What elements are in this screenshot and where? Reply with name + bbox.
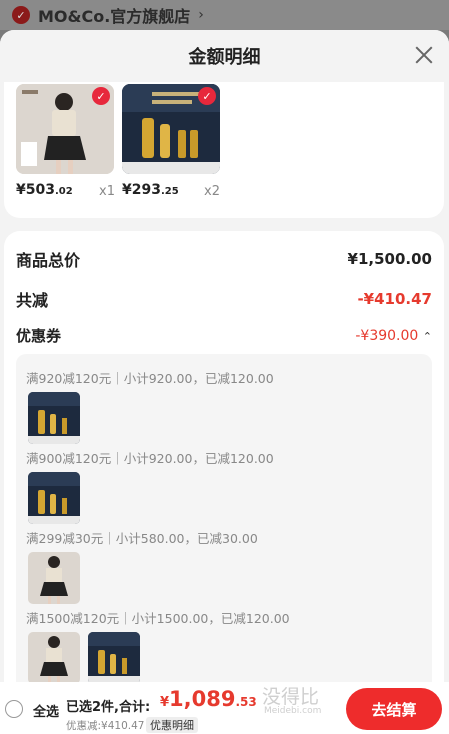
amount-detail-sheet: 金额明细 ✓ ✓ ¥503.02 x1 ¥293.25 x2 商品总价 ¥1,5… [0, 30, 449, 734]
select-all-radio[interactable] [5, 700, 23, 718]
sheet-title: 金额明细 [188, 47, 261, 68]
selected-count-text: 已选2件,合计: [66, 700, 151, 715]
coupon-product-thumb [28, 632, 80, 684]
select-all-label[interactable]: 全选 [33, 701, 59, 720]
sheet-header: 金额明细 [0, 30, 449, 82]
total-reduce-row: 共减 -¥410.47 [16, 287, 432, 311]
coupon-product-thumb [28, 552, 80, 604]
total-dec: .53 [235, 695, 257, 709]
selected-check-icon[interactable]: ✓ [92, 87, 110, 105]
checkout-bar: 全选 已选2件,合计: ¥1,089.53 优惠减:¥410.47 优惠明细 没… [0, 682, 449, 734]
total-reduce-value: -¥410.47 [357, 290, 432, 308]
discount-text: 优惠减:¥410.47 [66, 720, 145, 732]
price-summary: 商品总价 ¥1,500.00 共减 -¥410.47 优惠券 -¥390.00 … [4, 231, 444, 734]
product-image-1[interactable]: ✓ [16, 84, 114, 174]
product-price-2-dec: .25 [160, 186, 179, 197]
total-price-value: ¥1,500.00 [347, 250, 432, 268]
product-price-1-dec: .02 [54, 186, 73, 197]
coupon-label: 优惠券 [16, 327, 62, 345]
product-price-1: ¥503.02 [16, 182, 73, 198]
total-price-label: 商品总价 [16, 251, 81, 270]
watermark: 没得比 [262, 686, 320, 708]
product-image-2[interactable]: ✓ [122, 84, 220, 174]
coupon-value-wrap: -¥390.00 ⌃ [355, 328, 432, 344]
coupon-line-2: 满900减120元｜小计920.00，已减120.00 [26, 451, 274, 466]
selected-check-icon[interactable]: ✓ [198, 87, 216, 105]
coupon-row[interactable]: 优惠券 -¥390.00 ⌃ [16, 325, 432, 346]
total-amount: ¥1,089.53 [160, 687, 257, 711]
total-currency: ¥ [160, 695, 170, 710]
total-int: 1,089 [169, 687, 236, 711]
chevron-right-icon: › [198, 7, 204, 23]
coupon-value: -¥390.00 [355, 327, 419, 344]
coupon-product-thumb [88, 632, 140, 684]
store-header: ✓ MO&Co.官方旗舰店 › [0, 0, 449, 30]
product-qty-2: x2 [204, 184, 220, 199]
store-name[interactable]: MO&Co.官方旗舰店 [38, 3, 190, 27]
coupon-product-thumb [28, 392, 80, 444]
product-price-2: ¥293.25 [122, 182, 179, 198]
discount-detail-link[interactable]: 优惠明细 [146, 717, 198, 733]
checkout-button[interactable]: 去结算 [346, 688, 442, 730]
close-icon[interactable] [413, 44, 435, 66]
product-price-2-int: ¥293 [122, 182, 161, 198]
coupon-detail-box: 满920减120元｜小计920.00，已减120.00 满900减120元｜小计… [16, 354, 432, 734]
store-check-icon: ✓ [12, 6, 30, 24]
coupon-product-thumb [28, 472, 80, 524]
watermark-sub: Meidebi.com [264, 706, 322, 716]
product-price-1-int: ¥503 [16, 182, 55, 198]
coupon-line-3: 满299减30元｜小计580.00，已减30.00 [26, 531, 258, 546]
total-reduce-label: 共减 [16, 291, 49, 310]
coupon-line-1: 满920减120元｜小计920.00，已减120.00 [26, 371, 274, 386]
product-qty-1: x1 [99, 184, 115, 199]
total-price-row: 商品总价 ¥1,500.00 [16, 247, 432, 271]
chevron-up-icon[interactable]: ⌃ [423, 330, 432, 343]
coupon-line-4: 满1500减120元｜小计1500.00，已减120.00 [26, 611, 290, 626]
